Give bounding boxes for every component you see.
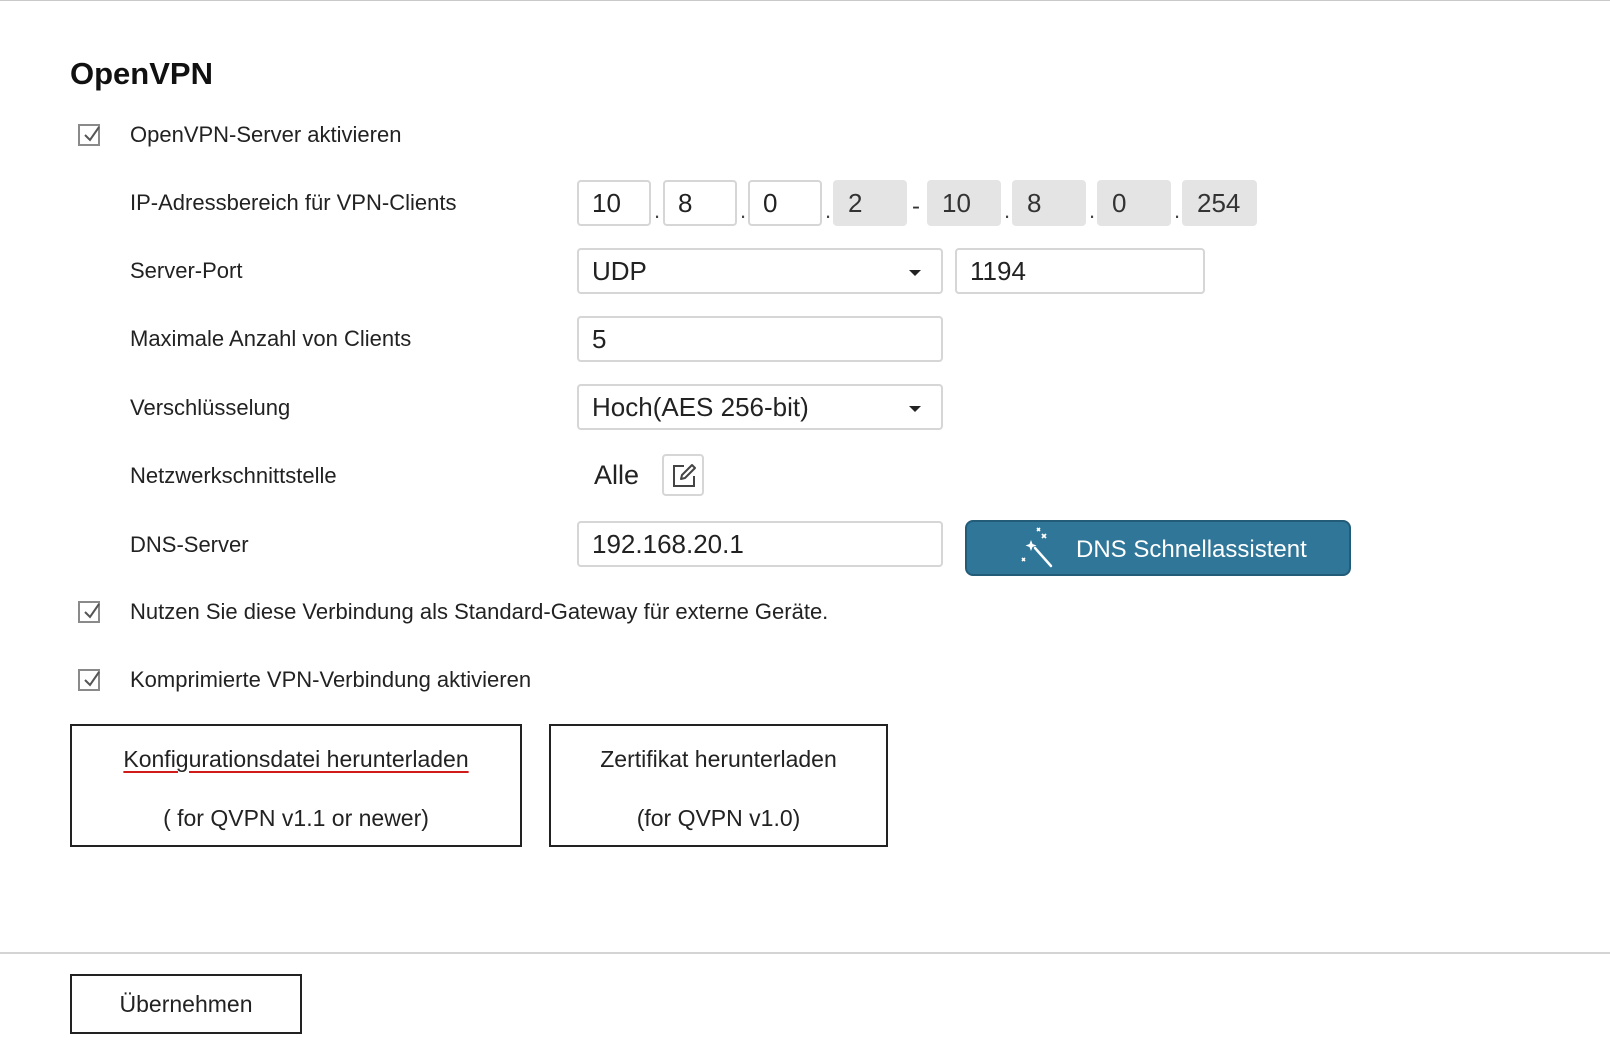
checkmark-icon bbox=[84, 603, 100, 619]
download-config-button[interactable]: Konfigurationsdatei herunterladen ( for … bbox=[70, 724, 522, 847]
dns-server-input[interactable]: 192.168.20.1 bbox=[577, 521, 943, 567]
protocol-select[interactable]: UDP bbox=[577, 248, 943, 294]
compression-checkbox[interactable] bbox=[78, 669, 100, 691]
encryption-select-value: Hoch(AES 256-bit) bbox=[592, 392, 809, 422]
ip-dot: . bbox=[1004, 198, 1011, 223]
ip-dot: . bbox=[654, 198, 661, 223]
download-cert-title: Zertifikat herunterladen bbox=[600, 746, 837, 772]
chevron-down-icon bbox=[909, 406, 921, 412]
enable-server-label: OpenVPN-Server aktivieren bbox=[130, 122, 402, 147]
ip-dot: . bbox=[1174, 198, 1181, 223]
download-config-title: Konfigurationsdatei herunterladen bbox=[123, 746, 469, 772]
download-config-subtitle: ( for QVPN v1.1 or newer) bbox=[163, 805, 429, 831]
ip-start-octet-4: 2 bbox=[833, 180, 907, 226]
download-cert-button[interactable]: Zertifikat herunterladen (for QVPN v1.0) bbox=[549, 724, 888, 847]
openvpn-settings-page: OpenVPN OpenVPN-Server aktivieren IP-Adr… bbox=[0, 0, 1610, 1052]
ip-start-octet-2[interactable]: 8 bbox=[663, 180, 737, 226]
top-divider bbox=[0, 0, 1610, 1]
ip-end-octet-4: 254 bbox=[1182, 180, 1257, 226]
max-clients-label: Maximale Anzahl von Clients bbox=[130, 326, 412, 351]
download-cert-subtitle: (for QVPN v1.0) bbox=[636, 805, 801, 831]
network-interface-label: Netzwerkschnittstelle bbox=[130, 463, 337, 488]
edit-icon bbox=[673, 464, 696, 487]
ip-start-octet-1[interactable]: 10 bbox=[577, 180, 651, 226]
chevron-down-icon bbox=[909, 270, 921, 276]
apply-button[interactable]: Übernehmen bbox=[70, 974, 302, 1034]
port-input[interactable]: 1194 bbox=[955, 248, 1205, 294]
default-gateway-label: Nutzen Sie diese Verbindung als Standard… bbox=[130, 599, 829, 624]
network-interface-value: Alle bbox=[594, 460, 640, 490]
ip-dot: . bbox=[740, 198, 747, 223]
edit-interface-button[interactable] bbox=[662, 454, 704, 496]
ip-dot: . bbox=[825, 198, 832, 223]
protocol-select-value: UDP bbox=[592, 256, 647, 286]
checkmark-icon bbox=[84, 671, 100, 687]
ip-dot: . bbox=[1089, 198, 1096, 223]
dns-server-label: DNS-Server bbox=[130, 532, 249, 557]
ip-start-octet-3[interactable]: 0 bbox=[748, 180, 822, 226]
footer-divider bbox=[0, 952, 1610, 954]
ip-end-octet-1: 10 bbox=[927, 180, 1001, 226]
default-gateway-checkbox[interactable] bbox=[78, 601, 100, 623]
dns-wizard-button[interactable]: DNS Schnellassistent bbox=[965, 520, 1351, 576]
ip-end-octet-2: 8 bbox=[1012, 180, 1086, 226]
download-config-title-row: Konfigurationsdatei herunterladen bbox=[72, 746, 520, 773]
encryption-label: Verschlüsselung bbox=[130, 395, 291, 420]
enable-server-checkbox[interactable] bbox=[78, 124, 100, 146]
dns-wizard-button-label: DNS Schnellassistent bbox=[1076, 536, 1307, 563]
encryption-select[interactable]: Hoch(AES 256-bit) bbox=[577, 384, 943, 430]
compression-label: Komprimierte VPN-Verbindung aktivieren bbox=[130, 667, 532, 692]
server-port-label: Server-Port bbox=[130, 258, 243, 283]
page-title: OpenVPN bbox=[70, 56, 213, 91]
max-clients-input[interactable]: 5 bbox=[577, 316, 943, 362]
checkmark-icon bbox=[84, 126, 100, 142]
ip-end-octet-3: 0 bbox=[1097, 180, 1171, 226]
magic-wand-icon bbox=[1021, 527, 1053, 568]
ip-range-label: IP-Adressbereich für VPN-Clients bbox=[130, 190, 457, 215]
ip-range-separator: - bbox=[912, 193, 920, 220]
